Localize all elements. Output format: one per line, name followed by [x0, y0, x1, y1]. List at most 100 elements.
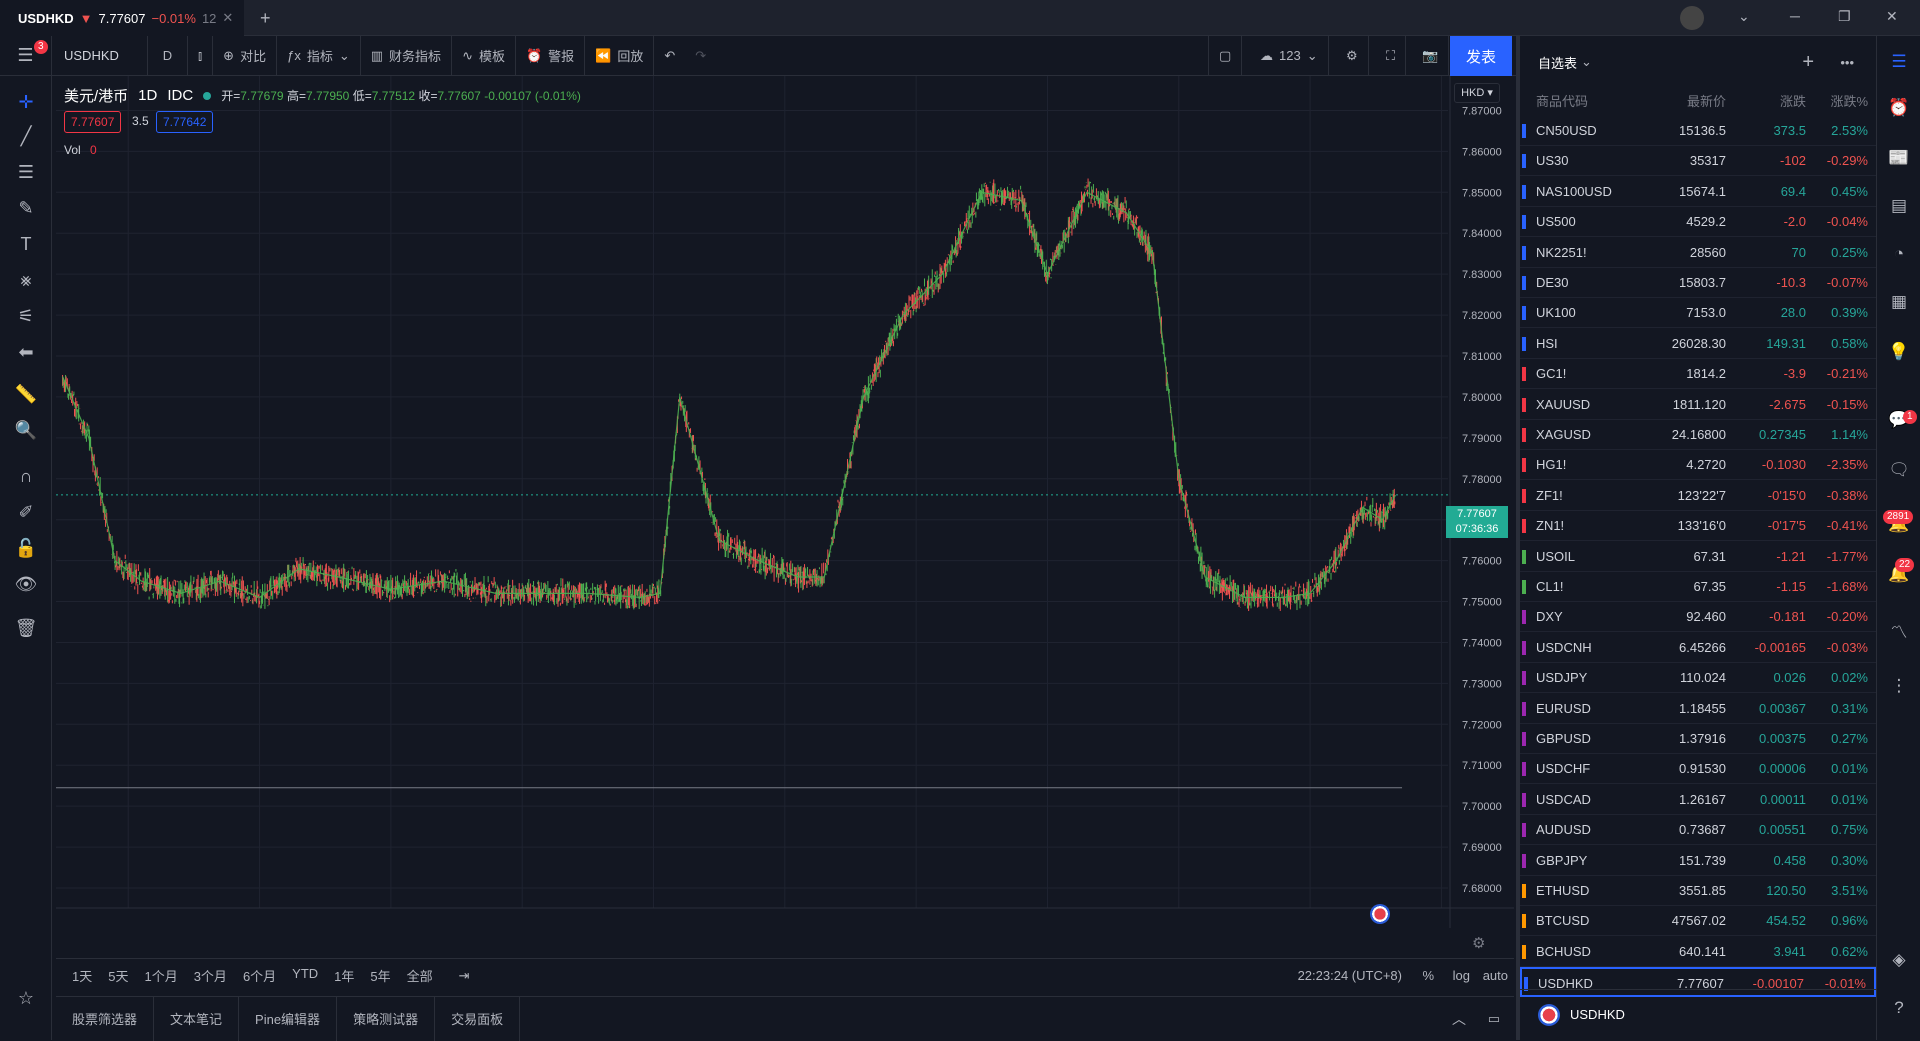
maximize-icon[interactable]: ❐ — [1838, 8, 1851, 25]
trading-icon[interactable]: 〽 — [1887, 618, 1911, 642]
data-window-icon[interactable]: ▤ — [1887, 196, 1911, 220]
ask-price-button[interactable]: 7.77642 — [156, 111, 214, 133]
financials-button[interactable]: ▥ 财务指标 — [361, 35, 453, 76]
settings-button[interactable]: ⚙ — [1336, 35, 1369, 76]
interval-button[interactable]: D — [148, 35, 188, 76]
ruler-icon[interactable]: 📏 — [14, 382, 38, 406]
watchlist-row[interactable]: HG1! 4.2720 -0.1030 -2.35% — [1520, 450, 1876, 481]
bottom-tab[interactable]: Pine编辑器 — [239, 996, 338, 1041]
chart-type-button[interactable]: ⫾ — [188, 35, 214, 76]
price-chart[interactable]: 7.87000 7.86000 7.85000 7.84000 7.83000 7.820… — [56, 76, 1514, 949]
watchlist-row[interactable]: GBPJPY 151.739 0.458 0.30% — [1520, 846, 1876, 876]
watchlist-title[interactable]: 自选表 — [1538, 53, 1577, 72]
hotlist-icon[interactable]: ◔ — [1887, 244, 1911, 268]
chevron-down-icon[interactable]: ⌄ — [1738, 8, 1750, 25]
redo-button[interactable]: ↷ — [685, 36, 716, 76]
forecast-icon[interactable]: ⚟ — [14, 304, 38, 328]
symbol-search[interactable]: USDHKD — [52, 35, 148, 76]
trendline-icon[interactable]: ╱ — [14, 124, 38, 148]
watchlist-row[interactable]: CL1! 67.35 -1.15 -1.68% — [1520, 572, 1876, 602]
watchlist-row[interactable]: US500 4529.2 -2.0 -0.04% — [1520, 207, 1876, 238]
period-button[interactable]: 3个月 — [194, 966, 227, 985]
percent-toggle[interactable]: % — [1422, 968, 1434, 983]
watchlist-row[interactable]: EURUSD 1.18455 0.00367 0.31% — [1520, 694, 1876, 724]
cloud-layout-button[interactable]: ☁ 123 ⌄ — [1250, 35, 1329, 76]
bottom-tab[interactable]: 文本笔记 — [154, 996, 240, 1041]
period-button[interactable]: YTD — [292, 966, 318, 985]
news-icon[interactable]: 📰 — [1887, 148, 1911, 172]
watchlist-row[interactable]: DE30 15803.7 -10.3 -0.07% — [1520, 268, 1876, 298]
currency-selector[interactable]: HKD ▾ — [1454, 83, 1500, 103]
crosshair-icon[interactable]: ✛ — [14, 90, 38, 114]
eye-icon[interactable]: 👁 — [14, 572, 38, 596]
trash-icon[interactable]: 🗑 — [14, 616, 38, 640]
avatar[interactable] — [1680, 6, 1704, 30]
period-button[interactable]: 6个月 — [243, 966, 276, 985]
watchlist-row[interactable]: UK100 7153.0 28.0 0.39% — [1520, 298, 1876, 329]
alerts-button[interactable]: ⏰ 警报 — [516, 35, 586, 76]
undo-button[interactable]: ↶ — [654, 36, 685, 76]
clock-time[interactable]: 22:23:24 (UTC+8) — [1298, 968, 1402, 983]
snapshot-button[interactable]: 📷 — [1412, 35, 1450, 76]
zoom-icon[interactable]: 🔍 — [14, 418, 38, 442]
period-button[interactable]: 1个月 — [144, 966, 177, 985]
close-tab-icon[interactable]: ✕ — [222, 10, 233, 26]
new-tab-icon[interactable]: + — [260, 8, 271, 29]
fullscreen-button[interactable]: ⛶ — [1376, 35, 1407, 76]
bulb-icon[interactable]: 💡 — [1887, 342, 1911, 366]
watchlist-row[interactable]: ETHUSD 3551.85 120.50 3.51% — [1520, 876, 1876, 906]
watchlist-row[interactable]: DXY 92.460 -0.181 -0.20% — [1520, 602, 1876, 633]
lock-drawing-icon[interactable]: ✐ — [14, 500, 38, 524]
watchlist-row[interactable]: USDCAD 1.26167 0.00011 0.01% — [1520, 785, 1876, 815]
lock-icon[interactable]: 🔓 — [14, 536, 38, 560]
add-symbol-icon[interactable]: + — [1802, 51, 1814, 74]
menu-button[interactable]: ☰ 3 — [0, 35, 52, 76]
brush-icon[interactable]: ✎ — [14, 196, 38, 220]
col-change-pct[interactable]: 涨跌% — [1830, 91, 1868, 110]
watchlist-row[interactable]: CN50USD 15136.5 373.5 2.53% — [1520, 116, 1876, 146]
period-button[interactable]: 5年 — [370, 966, 390, 985]
dom-icon[interactable]: ⋮ — [1887, 676, 1911, 700]
watchlist-row[interactable]: XAUUSD 1811.120 -2.675 -0.15% — [1520, 390, 1876, 420]
bottom-tab[interactable]: 股票筛选器 — [56, 996, 155, 1041]
watchlist-row[interactable]: USDJPY 110.024 0.026 0.02% — [1520, 663, 1876, 694]
period-button[interactable]: 5天 — [108, 966, 128, 985]
watchlist-row[interactable]: AUDUSD 0.73687 0.00551 0.75% — [1520, 815, 1876, 846]
watchlist-row[interactable]: HSI 26028.30 149.31 0.58% — [1520, 329, 1876, 359]
star-icon[interactable]: ☆ — [14, 986, 38, 1010]
col-last[interactable]: 最新价 — [1687, 91, 1726, 110]
close-window-icon[interactable]: ✕ — [1886, 8, 1898, 25]
watchlist-row[interactable]: US30 35317 -102 -0.29% — [1520, 146, 1876, 177]
watchlist-row[interactable]: USDCNH 6.45266 -0.00165 -0.03% — [1520, 633, 1876, 663]
bottom-tab[interactable]: 交易面板 — [435, 996, 521, 1041]
compare-button[interactable]: ⊕ 对比 — [213, 35, 278, 76]
period-button[interactable]: 1天 — [72, 966, 92, 985]
watchlist-row[interactable]: USOIL 67.31 -1.21 -1.77% — [1520, 542, 1876, 572]
bottom-tab[interactable]: 策略测试器 — [337, 996, 436, 1041]
pattern-icon[interactable]: ⨳ — [14, 268, 38, 292]
fib-icon[interactable]: ☰ — [14, 160, 38, 184]
collapse-icon[interactable]: ︿ — [1452, 1009, 1466, 1029]
watchlist-row[interactable]: GC1! 1814.2 -3.9 -0.21% — [1520, 359, 1876, 390]
watchlist-row[interactable]: ZN1! 133'16'0 -0'17'5 -0.41% — [1520, 511, 1876, 542]
templates-button[interactable]: ∿ 模板 — [452, 35, 516, 76]
chart-tab[interactable]: USDHKD ▼ 7.77607 −0.01% 12 ✕ — [0, 0, 244, 36]
maximize-panel-icon[interactable]: ▭ — [1488, 1011, 1500, 1027]
col-symbol[interactable]: 商品代码 — [1536, 91, 1588, 110]
more-icon[interactable]: ••• — [1840, 55, 1854, 70]
watchlist-row[interactable]: GBPUSD 1.37916 0.00375 0.27% — [1520, 724, 1876, 754]
watchlist-row[interactable]: NK2251! 28560 70 0.25% — [1520, 238, 1876, 268]
chat-rooms-icon[interactable]: 🗨 — [1887, 460, 1911, 484]
magnet-icon[interactable]: ∩ — [14, 464, 38, 488]
watchlist-row[interactable]: NAS100USD 15674.1 69.4 0.45% — [1520, 177, 1876, 207]
watchlist-row[interactable]: XAGUSD 24.16800 0.27345 1.14% — [1520, 420, 1876, 450]
layers-icon[interactable]: ◈ — [1887, 950, 1911, 974]
watchlist-row[interactable]: USDCHF 0.91530 0.00006 0.01% — [1520, 754, 1876, 785]
period-button[interactable]: 全部 — [407, 966, 433, 985]
chart-pane[interactable]: 7.87000 7.86000 7.85000 7.84000 7.83000 7.820… — [56, 76, 1514, 949]
axis-settings-icon[interactable]: ⚙ — [1472, 934, 1485, 952]
back-arrow-icon[interactable]: ⬅ — [14, 340, 38, 364]
us-flag-icon[interactable] — [1370, 904, 1390, 924]
text-icon[interactable]: T — [14, 232, 38, 256]
alerts-clock-icon[interactable]: ⏰ — [1887, 98, 1911, 122]
